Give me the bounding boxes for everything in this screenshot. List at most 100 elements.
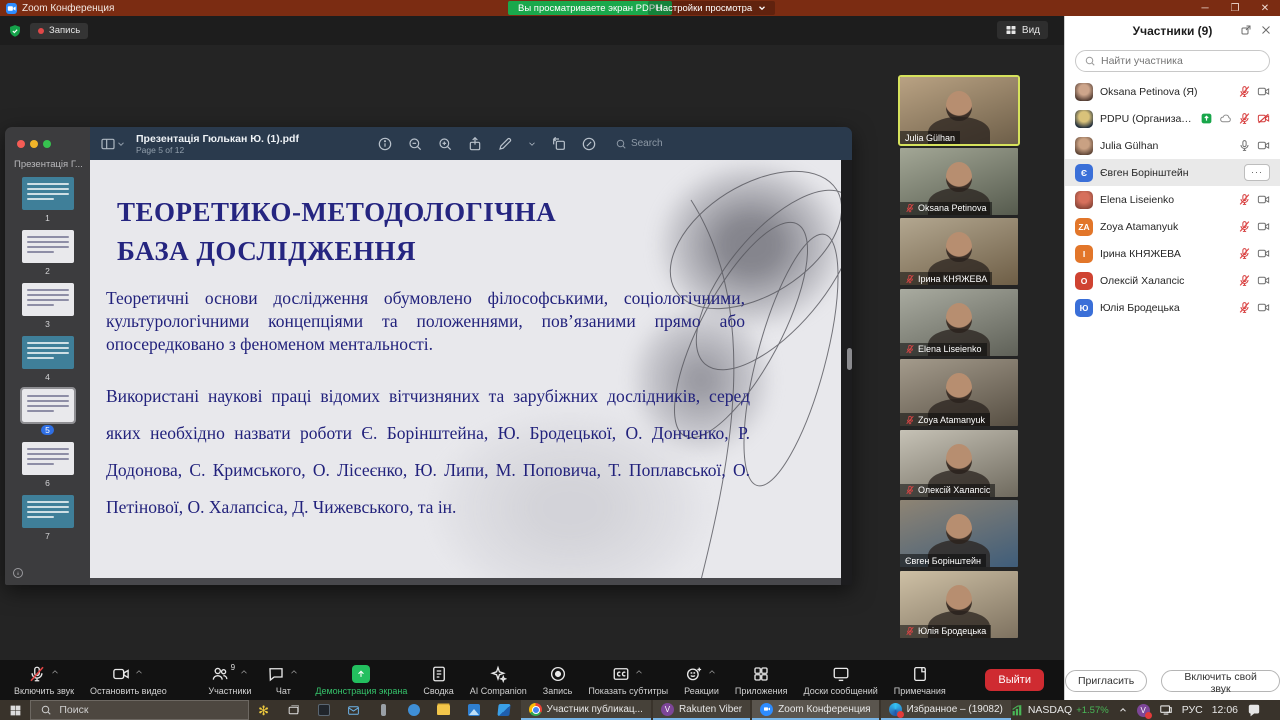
- participant-row[interactable]: ZAZoya Atamanyuk: [1065, 213, 1280, 240]
- rotate-icon[interactable]: [551, 136, 567, 152]
- chevron-up-icon[interactable]: [239, 667, 249, 677]
- control-reactions[interactable]: Реакции: [676, 665, 727, 696]
- mic-muted-icon[interactable]: [1238, 274, 1251, 287]
- pdf-scrollbar[interactable]: [847, 348, 852, 370]
- camera-icon[interactable]: [1257, 301, 1270, 314]
- slide-thumbnail-image[interactable]: [22, 283, 74, 316]
- mac-minimize-icon[interactable]: [30, 140, 38, 148]
- dark-app-icon[interactable]: [309, 700, 339, 720]
- mic-muted-icon[interactable]: [1238, 85, 1251, 98]
- control-share-screen[interactable]: Демонстрация экрана: [307, 665, 415, 696]
- taskbar-task-browser[interactable]: Избранное – (19082): [881, 700, 1011, 720]
- network-display-icon[interactable]: [1159, 703, 1173, 717]
- participant-video[interactable]: Юлія Бродецька: [900, 571, 1018, 638]
- slide-page[interactable]: ТЕОРЕТИКО-МЕТОДОЛОГІЧНА БАЗА ДОСЛІДЖЕННЯ…: [90, 160, 841, 578]
- slide-thumbnail-image[interactable]: [22, 230, 74, 263]
- mac-close-icon[interactable]: [17, 140, 25, 148]
- mic-muted-icon[interactable]: [1238, 193, 1251, 206]
- folder-icon[interactable]: [429, 700, 459, 720]
- security-shield-icon[interactable]: [8, 24, 22, 38]
- gray-app-icon[interactable]: [369, 700, 399, 720]
- document-search-field[interactable]: Search: [615, 138, 663, 150]
- start-button[interactable]: [0, 700, 30, 720]
- photos-icon[interactable]: [459, 700, 489, 720]
- camera-icon[interactable]: [1257, 139, 1270, 152]
- chevron-up-icon[interactable]: [289, 667, 299, 677]
- participant-video[interactable]: Євген Борінштейн: [900, 500, 1018, 567]
- stock-ticker-widget[interactable]: NASDAQ +1.57%: [1011, 704, 1109, 717]
- camera-icon[interactable]: [1257, 220, 1270, 233]
- mail-icon[interactable]: [339, 700, 369, 720]
- minimize-button[interactable]: ─: [1190, 0, 1220, 16]
- camera-icon[interactable]: [1257, 85, 1270, 98]
- participant-video[interactable]: Elena Liseienko: [900, 289, 1018, 356]
- participant-video[interactable]: Oksana Petinova: [900, 148, 1018, 215]
- participant-search-input[interactable]: [1101, 55, 1261, 67]
- marker-icon[interactable]: [581, 136, 597, 152]
- participant-video[interactable]: Ірина КНЯЖЕВА: [900, 218, 1018, 285]
- language-indicator[interactable]: РУС: [1182, 704, 1203, 716]
- slide-thumbnail[interactable]: 7: [5, 495, 90, 541]
- participant-row[interactable]: Elena Liseienko: [1065, 186, 1280, 213]
- blue-app-icon[interactable]: [399, 700, 429, 720]
- participant-video[interactable]: Олексій Халапсіс: [900, 430, 1018, 497]
- participant-row[interactable]: PDPU (Организатор): [1065, 105, 1280, 132]
- control-record[interactable]: Запись: [535, 665, 581, 696]
- slide-thumbnail-image[interactable]: [22, 389, 74, 422]
- more-options-button[interactable]: ···: [1244, 164, 1270, 181]
- control-whiteboard[interactable]: Доски сообщений: [796, 665, 886, 696]
- zoom-in-icon[interactable]: [437, 136, 453, 152]
- mic-muted-icon[interactable]: [1238, 112, 1251, 125]
- slide-thumbnail[interactable]: 3: [5, 283, 90, 329]
- control-ai-companion[interactable]: AI Companion: [462, 665, 535, 696]
- participant-row[interactable]: Julia Gülhan: [1065, 132, 1280, 159]
- sidebar-toggle-icon[interactable]: [100, 136, 116, 152]
- participant-video[interactable]: Julia Gülhan: [900, 77, 1018, 144]
- slide-thumbnail[interactable]: 1: [5, 177, 90, 223]
- taskbar-task-viber[interactable]: VRakuten Viber: [653, 700, 750, 720]
- unmute-self-button[interactable]: Включить свой звук: [1161, 670, 1280, 692]
- chevron-up-icon[interactable]: [50, 667, 60, 677]
- action-center-icon[interactable]: [1247, 703, 1261, 717]
- task-view-icon[interactable]: [279, 700, 309, 720]
- taskbar-search-box[interactable]: Поиск: [30, 700, 248, 720]
- control-participants[interactable]: 9Участники: [200, 665, 259, 696]
- camera-icon[interactable]: [1257, 274, 1270, 287]
- participant-row[interactable]: Oksana Petinova (Я): [1065, 78, 1280, 105]
- slide-thumbnail[interactable]: 4: [5, 336, 90, 382]
- mic-muted-icon[interactable]: [1238, 301, 1251, 314]
- view-settings-button[interactable]: Настройки просмотра: [648, 1, 775, 15]
- maximize-button[interactable]: ❐: [1220, 0, 1250, 16]
- slide-thumbnail[interactable]: 2: [5, 230, 90, 276]
- slide-thumbnail-image[interactable]: [22, 336, 74, 369]
- chevron-up-icon[interactable]: [134, 667, 144, 677]
- control-mic-muted[interactable]: Включить звук: [6, 665, 82, 696]
- sidebar-info-icon[interactable]: [12, 567, 24, 579]
- chevron-down-icon[interactable]: [116, 139, 126, 149]
- info-icon[interactable]: [377, 136, 393, 152]
- participant-row[interactable]: ІІрина КНЯЖЕВА: [1065, 240, 1280, 267]
- chevron-up-icon[interactable]: [707, 667, 717, 677]
- control-captions[interactable]: Показать субтитры: [580, 665, 676, 696]
- camera-icon[interactable]: [1257, 247, 1270, 260]
- blue-flag-icon[interactable]: [489, 700, 519, 720]
- camera-blocked-icon[interactable]: [1257, 112, 1270, 125]
- mic-icon[interactable]: [1238, 139, 1251, 152]
- invite-button[interactable]: Пригласить: [1065, 670, 1147, 692]
- mic-muted-icon[interactable]: [1238, 220, 1251, 233]
- control-apps[interactable]: Приложения: [727, 665, 796, 696]
- slide-thumbnail-image[interactable]: [22, 177, 74, 210]
- recording-indicator[interactable]: Запись: [30, 23, 88, 39]
- camera-icon[interactable]: [1257, 193, 1270, 206]
- mic-muted-icon[interactable]: [1238, 247, 1251, 260]
- participant-row[interactable]: ЮЮлія Бродецька: [1065, 294, 1280, 321]
- taskbar-task-zoom[interactable]: Zoom Конференция: [752, 700, 878, 720]
- slide-thumbnail[interactable]: 6: [5, 442, 90, 488]
- control-chat[interactable]: Чат: [259, 665, 307, 696]
- participant-row[interactable]: ООлексій Халапсіс: [1065, 267, 1280, 294]
- slide-thumbnail[interactable]: 5: [5, 389, 90, 435]
- control-camera[interactable]: Остановить видео: [82, 665, 175, 696]
- tray-expand-icon[interactable]: [1118, 705, 1128, 715]
- participant-search[interactable]: [1075, 50, 1270, 72]
- mac-zoom-icon[interactable]: [43, 140, 51, 148]
